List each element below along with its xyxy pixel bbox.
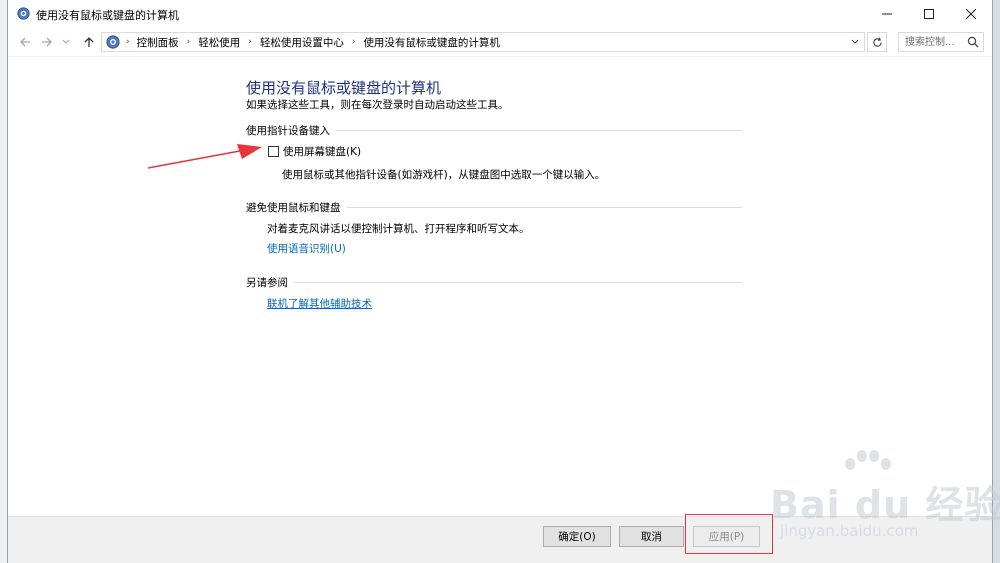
control-panel-icon bbox=[106, 35, 120, 49]
assistive-technology-link[interactable]: 联机了解其他辅助技术 bbox=[267, 296, 372, 311]
section-divider bbox=[294, 282, 742, 283]
close-icon bbox=[966, 9, 976, 19]
chevron-right-icon[interactable]: › bbox=[352, 37, 356, 47]
section-see-also: 另请参阅 bbox=[246, 275, 742, 290]
speech-recognition-link[interactable]: 使用语音识别(U) bbox=[267, 241, 346, 256]
section-heading: 另请参阅 bbox=[246, 277, 288, 289]
back-button[interactable] bbox=[16, 33, 34, 51]
maximize-button[interactable] bbox=[908, 0, 950, 28]
refresh-icon bbox=[872, 37, 882, 47]
up-button[interactable] bbox=[80, 33, 98, 51]
breadcrumb-ease-of-access[interactable]: 轻松使用 bbox=[198, 35, 240, 50]
on-screen-keyboard-description: 使用鼠标或其他指针设备(如游戏杆)，从键盘图中选取一个键以输入。 bbox=[282, 169, 606, 181]
control-panel-icon bbox=[17, 7, 30, 20]
baidu-watermark: Bai du 经验 jingyan.baidu.com bbox=[770, 450, 1000, 544]
chevron-right-icon[interactable]: › bbox=[126, 37, 130, 47]
ok-button[interactable]: 确定(O) bbox=[543, 526, 611, 547]
breadcrumb-ease-of-access-center[interactable]: 轻松使用设置中心 bbox=[260, 35, 344, 50]
arrow-left-icon bbox=[20, 37, 30, 47]
section-heading: 使用指针设备键入 bbox=[246, 125, 330, 137]
section-divider bbox=[346, 207, 742, 208]
page-title: 使用没有鼠标或键盘的计算机 bbox=[246, 79, 442, 97]
section-heading: 避免使用鼠标和键盘 bbox=[246, 202, 341, 214]
section-pointing-device-typing: 使用指针设备键入 bbox=[246, 123, 742, 138]
breadcrumb-control-panel[interactable]: 控制面板 bbox=[137, 35, 179, 50]
close-button[interactable] bbox=[950, 0, 992, 28]
on-screen-keyboard-label[interactable]: 使用屏幕键盘(K) bbox=[283, 144, 361, 159]
recent-locations-button[interactable] bbox=[60, 33, 72, 51]
annotation-arrow-icon bbox=[147, 144, 262, 169]
refresh-button[interactable] bbox=[867, 32, 887, 52]
page-description: 如果选择这些工具，则在每次登录时自动启动这些工具。 bbox=[246, 99, 509, 111]
title-bar: 使用没有鼠标或键盘的计算机 bbox=[8, 0, 992, 28]
maximize-icon bbox=[924, 9, 934, 19]
apply-highlight-box bbox=[685, 514, 773, 554]
chevron-right-icon[interactable]: › bbox=[248, 37, 252, 47]
forward-button[interactable] bbox=[38, 33, 56, 51]
breadcrumb: › 控制面板 › 轻松使用 › 轻松使用设置中心 › 使用没有鼠标或键盘的计算机 bbox=[124, 33, 500, 51]
arrow-right-icon bbox=[42, 37, 52, 47]
window-title: 使用没有鼠标或键盘的计算机 bbox=[36, 9, 179, 22]
search-input[interactable] bbox=[905, 34, 965, 50]
chevron-down-icon bbox=[851, 39, 859, 44]
minimize-button[interactable] bbox=[866, 0, 908, 28]
address-bar[interactable]: › 控制面板 › 轻松使用 › 轻松使用设置中心 › 使用没有鼠标或键盘的计算机 bbox=[101, 32, 865, 52]
section-divider bbox=[336, 130, 742, 131]
breadcrumb-current-page[interactable]: 使用没有鼠标或键盘的计算机 bbox=[363, 35, 500, 50]
search-icon[interactable] bbox=[967, 36, 979, 48]
speech-recognition-description: 对着麦克风讲话以便控制计算机、打开程序和听写文本。 bbox=[267, 223, 530, 235]
chevron-down-icon bbox=[62, 39, 70, 44]
watermark-main-text: Bai du 经验 bbox=[770, 483, 1000, 527]
address-history-dropdown[interactable] bbox=[848, 34, 862, 50]
minimize-icon bbox=[882, 13, 892, 15]
chevron-right-icon[interactable]: › bbox=[187, 37, 191, 47]
arrow-up-icon bbox=[84, 37, 94, 47]
search-box[interactable] bbox=[898, 32, 984, 52]
background-window-edge bbox=[0, 0, 7, 563]
watermark-url-text: jingyan.baidu.com bbox=[780, 522, 919, 540]
on-screen-keyboard-checkbox[interactable] bbox=[268, 146, 279, 157]
cancel-button[interactable]: 取消 bbox=[619, 526, 684, 547]
section-avoid-mouse-keyboard: 避免使用鼠标和键盘 bbox=[246, 200, 742, 215]
navigation-bar: › 控制面板 › 轻松使用 › 轻松使用设置中心 › 使用没有鼠标或键盘的计算机 bbox=[8, 28, 992, 56]
on-screen-keyboard-option[interactable]: 使用屏幕键盘(K) bbox=[268, 144, 361, 159]
